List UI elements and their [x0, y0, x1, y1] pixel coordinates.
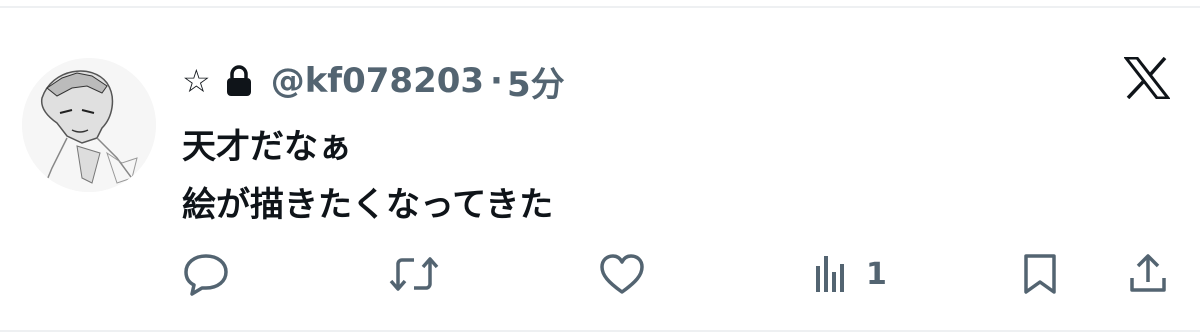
avatar[interactable]: [22, 58, 156, 192]
bookmark-icon: [1024, 254, 1056, 294]
views-count: 1: [866, 256, 887, 292]
post-header: ☆ @kf078203 · 5分: [182, 56, 565, 106]
display-name[interactable]: ☆: [182, 62, 211, 100]
top-divider: [0, 6, 1200, 8]
share-icon: [1130, 254, 1166, 292]
repost-button[interactable]: [388, 252, 440, 296]
lock-icon: [225, 64, 255, 98]
views-icon: [816, 256, 844, 292]
bottom-divider: [0, 330, 1200, 332]
post-text: 天才だなぁ 絵が描きたくなってきた: [182, 118, 553, 234]
post-text-line: 絵が描きたくなってきた: [182, 185, 554, 225]
like-icon: [600, 254, 644, 294]
post-text-line: 天才だなぁ: [182, 127, 352, 167]
reply-button[interactable]: [182, 252, 230, 296]
reply-icon: [184, 254, 228, 296]
avatar-image: [22, 58, 156, 192]
x-logo-icon[interactable]: [1124, 57, 1170, 99]
separator-dot: ·: [490, 61, 503, 101]
bookmark-button[interactable]: [1020, 252, 1060, 296]
repost-icon: [389, 257, 439, 291]
timestamp[interactable]: 5分: [507, 57, 565, 106]
views-button[interactable]: 1: [810, 252, 887, 296]
share-button[interactable]: [1126, 252, 1170, 296]
like-button[interactable]: [598, 252, 646, 296]
user-handle[interactable]: @kf078203: [271, 61, 484, 101]
